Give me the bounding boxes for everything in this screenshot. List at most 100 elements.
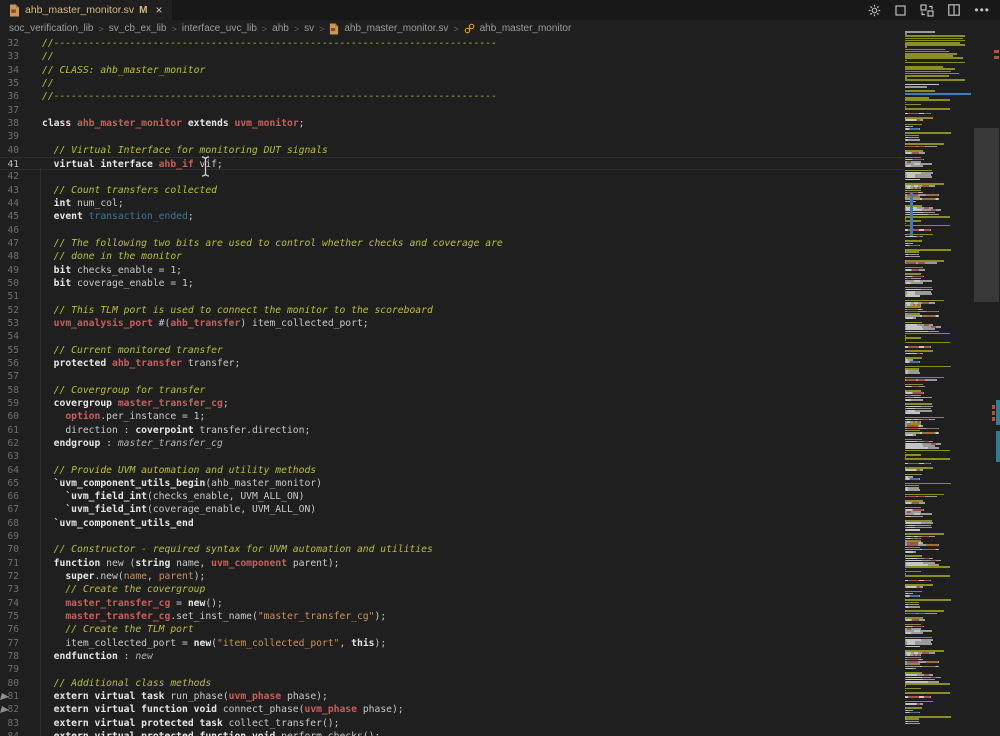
code-text: direction : coverpoint transfer.directio… bbox=[42, 424, 310, 437]
code-line[interactable]: 33// bbox=[0, 50, 903, 63]
breadcrumb-item[interactable]: sv bbox=[304, 23, 314, 34]
line-number: 39 bbox=[0, 130, 19, 143]
chevron-right-icon: > bbox=[294, 24, 299, 34]
code-line[interactable]: 84 extern virtual protected function voi… bbox=[0, 730, 903, 736]
code-line[interactable]: 32//------------------------------------… bbox=[0, 37, 903, 50]
code-line[interactable]: 60 option.per_instance = 1; bbox=[0, 410, 903, 423]
code-line[interactable]: 44 int num_col; bbox=[0, 197, 903, 210]
code-line[interactable]: 64 // Provide UVM automation and utility… bbox=[0, 464, 903, 477]
code-line[interactable]: 83 extern virtual protected task collect… bbox=[0, 717, 903, 730]
square-outline-icon[interactable] bbox=[895, 5, 906, 16]
code-line[interactable]: 71 function new (string name, uvm_compon… bbox=[0, 557, 903, 570]
code-line[interactable]: 68 `uvm_component_utils_end bbox=[0, 517, 903, 530]
minimap-line bbox=[905, 79, 971, 81]
code-line[interactable]: 65 `uvm_component_utils_begin(ahb_master… bbox=[0, 477, 903, 490]
close-icon[interactable]: × bbox=[155, 4, 162, 16]
gutter-arrow-icon[interactable] bbox=[0, 692, 10, 702]
code-line[interactable]: 70 // Constructor - required syntax for … bbox=[0, 543, 903, 556]
code-line[interactable]: 74 master_transfer_cg = new(); bbox=[0, 597, 903, 610]
code-line[interactable]: 42 bbox=[0, 170, 903, 183]
code-line[interactable]: 54 bbox=[0, 330, 903, 343]
code-line[interactable]: 63 bbox=[0, 450, 903, 463]
gutter-arrow-icon[interactable] bbox=[0, 705, 10, 715]
breadcrumb-file[interactable]: ahb_master_monitor.sv bbox=[344, 23, 448, 34]
code-line[interactable]: 38class ahb_master_monitor extends uvm_m… bbox=[0, 117, 903, 130]
code-line[interactable]: 75 master_transfer_cg.set_inst_name("mas… bbox=[0, 610, 903, 623]
code-text: extern virtual function void connect_pha… bbox=[42, 703, 404, 716]
code-line[interactable]: 76 // Create the TLM port bbox=[0, 623, 903, 636]
code-line[interactable]: 58 // Covergroup for transfer bbox=[0, 384, 903, 397]
code-line[interactable]: 36//------------------------------------… bbox=[0, 90, 903, 103]
code-line[interactable]: 50 bit coverage_enable = 1; bbox=[0, 277, 903, 290]
code-line[interactable]: 46 bbox=[0, 224, 903, 237]
code-line[interactable]: 56 protected ahb_transfer transfer; bbox=[0, 357, 903, 370]
line-number: 62 bbox=[0, 437, 19, 450]
line-number: 42 bbox=[0, 170, 19, 183]
more-actions-icon[interactable]: ••• bbox=[974, 4, 990, 16]
overview-ruler-mark bbox=[992, 405, 995, 409]
minimap[interactable] bbox=[905, 31, 971, 736]
code-line[interactable]: 72 super.new(name, parent); bbox=[0, 570, 903, 583]
overview-ruler-mark bbox=[992, 417, 995, 421]
breadcrumb-item[interactable]: ahb bbox=[272, 23, 289, 34]
code-line[interactable]: 51 bbox=[0, 290, 903, 303]
code-line[interactable]: 66 `uvm_field_int(checks_enable, UVM_ALL… bbox=[0, 490, 903, 503]
code-line[interactable]: 79 bbox=[0, 663, 903, 676]
code-line[interactable]: 62 endgroup : master_transfer_cg bbox=[0, 437, 903, 450]
code-text: uvm_analysis_port #(ahb_transfer) item_c… bbox=[42, 317, 369, 330]
code-line[interactable]: 41 virtual interface ahb_if vif; bbox=[0, 157, 903, 170]
code-text: //--------------------------------------… bbox=[42, 90, 497, 103]
code-line[interactable]: 82 extern virtual function void connect_… bbox=[0, 703, 903, 716]
mouse-ibeam-cursor-icon bbox=[200, 155, 211, 178]
line-number: 83 bbox=[0, 717, 19, 730]
code-line[interactable]: 53 uvm_analysis_port #(ahb_transfer) ite… bbox=[0, 317, 903, 330]
code-text: item_collected_port = new("item_collecte… bbox=[42, 637, 386, 650]
split-editor-icon[interactable] bbox=[948, 4, 960, 16]
open-changes-icon[interactable] bbox=[920, 4, 934, 17]
code-text: //--------------------------------------… bbox=[42, 37, 497, 50]
breadcrumb-item[interactable]: sv_cb_ex_lib bbox=[109, 23, 167, 34]
tab-ahb-master-monitor[interactable]: ahb_master_monitor.sv M × bbox=[0, 0, 173, 20]
line-number: 51 bbox=[0, 290, 19, 303]
chevron-right-icon: > bbox=[172, 24, 177, 34]
code-line[interactable]: 69 bbox=[0, 530, 903, 543]
code-line[interactable]: 55 // Current monitored transfer bbox=[0, 344, 903, 357]
breadcrumb-symbol[interactable]: ahb_master_monitor bbox=[480, 23, 572, 34]
line-number: 70 bbox=[0, 543, 19, 556]
code-line[interactable]: 80 // Additional class methods bbox=[0, 677, 903, 690]
code-text: // Count transfers collected bbox=[42, 184, 217, 197]
code-text: // Create the covergroup bbox=[42, 583, 205, 596]
breadcrumb-item[interactable]: soc_verification_lib bbox=[9, 23, 94, 34]
code-text: virtual interface ahb_if vif; bbox=[42, 158, 223, 171]
scrollbar bbox=[972, 31, 1000, 736]
minimap-line bbox=[905, 62, 971, 64]
code-line[interactable]: 35// bbox=[0, 77, 903, 90]
code-line[interactable]: 61 direction : coverpoint transfer.direc… bbox=[0, 424, 903, 437]
code-line[interactable]: 67 `uvm_field_int(coverage_enable, UVM_A… bbox=[0, 503, 903, 516]
code-line[interactable]: 39 bbox=[0, 130, 903, 143]
code-line[interactable]: 45 event transaction_ended; bbox=[0, 210, 903, 223]
code-line[interactable]: 37 bbox=[0, 104, 903, 117]
code-text: // Current monitored transfer bbox=[42, 344, 223, 357]
code-line[interactable]: 34// CLASS: ahb_master_monitor bbox=[0, 64, 903, 77]
code-line[interactable]: 57 bbox=[0, 370, 903, 383]
code-line[interactable]: 59 covergroup master_transfer_cg; bbox=[0, 397, 903, 410]
code-line[interactable]: 49 bit checks_enable = 1; bbox=[0, 264, 903, 277]
code-line[interactable]: 52 // This TLM port is used to connect t… bbox=[0, 304, 903, 317]
code-line[interactable]: 48 // done in the monitor bbox=[0, 250, 903, 263]
code-line[interactable]: 78 endfunction : new bbox=[0, 650, 903, 663]
code-line[interactable]: 40 // Virtual Interface for monitoring D… bbox=[0, 144, 903, 157]
settings-gear-icon[interactable] bbox=[868, 4, 881, 17]
class-symbol-icon bbox=[464, 23, 475, 34]
code-line[interactable]: 81 extern virtual task run_phase(uvm_pha… bbox=[0, 690, 903, 703]
breadcrumb-item[interactable]: interface_uvc_lib bbox=[182, 23, 257, 34]
code-line[interactable]: 47 // The following two bits are used to… bbox=[0, 237, 903, 250]
code-line[interactable]: 73 // Create the covergroup bbox=[0, 583, 903, 596]
code-line[interactable]: 43 // Count transfers collected bbox=[0, 184, 903, 197]
scrollbar-thumb[interactable] bbox=[974, 128, 999, 302]
line-number: 54 bbox=[0, 330, 19, 343]
code-editor[interactable]: 32//------------------------------------… bbox=[0, 37, 903, 736]
overview-ruler-mark bbox=[994, 50, 999, 53]
line-number: 37 bbox=[0, 104, 19, 117]
code-line[interactable]: 77 item_collected_port = new("item_colle… bbox=[0, 637, 903, 650]
